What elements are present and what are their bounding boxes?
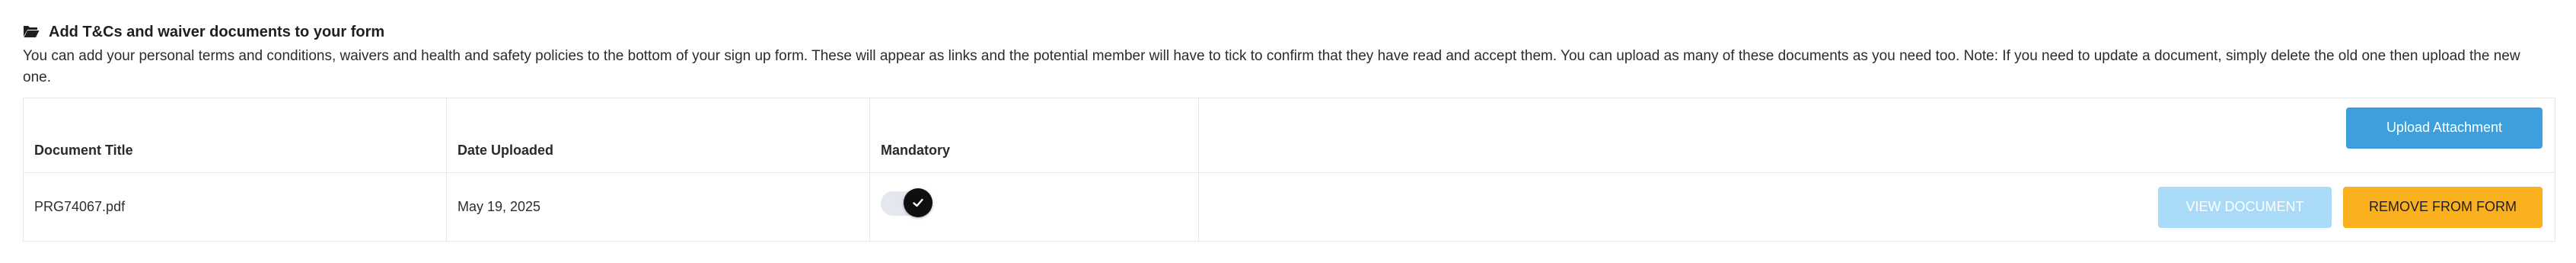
section-description: You can add your personal terms and cond… [23, 48, 2520, 85]
mandatory-toggle[interactable] [881, 188, 933, 217]
check-icon [913, 198, 923, 207]
toggle-knob [904, 188, 933, 217]
section-heading: Add T&Cs and waiver documents to your fo… [23, 20, 2553, 44]
documents-table: Document Title Date Uploaded Mandatory U… [23, 98, 2555, 242]
column-header-date-uploaded: Date Uploaded [446, 98, 870, 173]
upload-attachment-button[interactable]: Upload Attachment [2346, 107, 2543, 149]
column-header-label: Date Uploaded [457, 143, 554, 158]
section-title: Add T&Cs and waiver documents to your fo… [49, 23, 385, 40]
table-header-row: Document Title Date Uploaded Mandatory U… [23, 98, 2555, 173]
column-header-document-title: Document Title [23, 98, 447, 173]
cell-document-title: PRG74067.pdf [23, 172, 447, 242]
table-row: PRG74067.pdf May 19, 2025 VIEW DOCUMENT … [23, 172, 2555, 242]
column-header-label: Mandatory [881, 143, 951, 158]
column-header-actions: Upload Attachment [1198, 98, 2555, 173]
view-document-button[interactable]: VIEW DOCUMENT [2157, 186, 2332, 228]
column-header-mandatory: Mandatory [869, 98, 1199, 173]
cell-actions: VIEW DOCUMENT REMOVE FROM FORM [1198, 172, 2555, 242]
cell-date-uploaded: May 19, 2025 [446, 172, 870, 242]
column-header-label: Document Title [34, 143, 133, 158]
folder-open-icon [24, 26, 40, 37]
remove-from-form-button[interactable]: REMOVE FROM FORM [2343, 186, 2543, 228]
documents-section: Add T&Cs and waiver documents to your fo… [23, 20, 2553, 88]
cell-mandatory [869, 172, 1199, 242]
